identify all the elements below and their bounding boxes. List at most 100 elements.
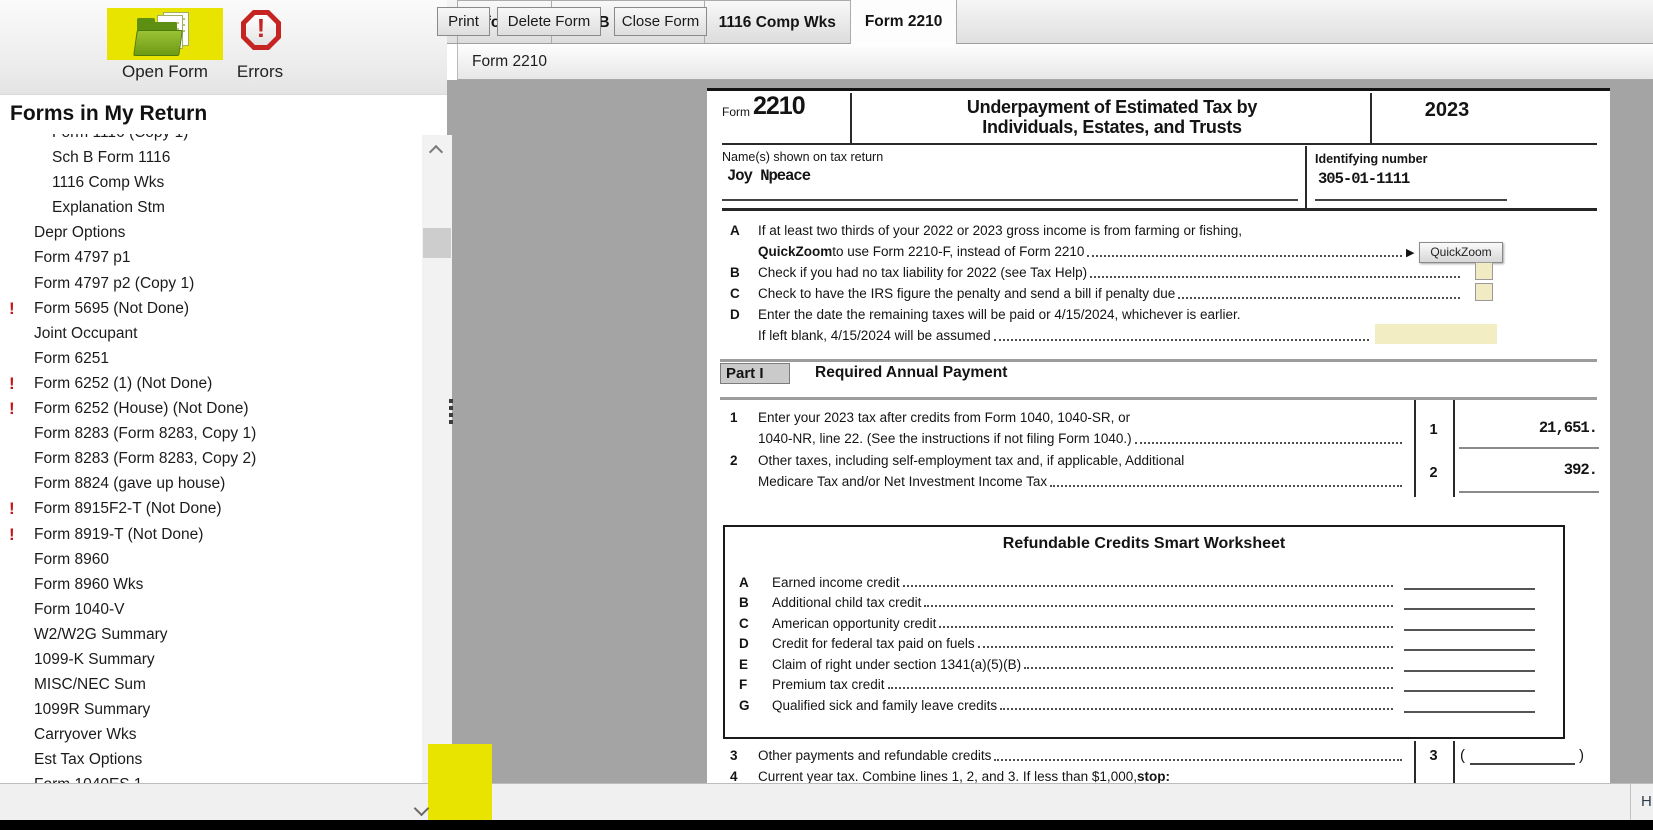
bottom-bar-divider — [1630, 784, 1631, 821]
worksheet-row: E Claim of right under section 1341(a)(5… — [725, 651, 1563, 672]
line-1-amount[interactable]: 21,651. — [1455, 419, 1597, 437]
sidebar-form-item[interactable]: ! Form 8960 Wks — [0, 572, 421, 597]
sidebar-item-label: Form 8960 — [34, 551, 109, 568]
dotted-leader — [888, 679, 1393, 689]
worksheet-row: A Earned income credit — [725, 569, 1563, 590]
delete-form-button[interactable]: Delete Form — [497, 7, 601, 36]
sidebar-form-item[interactable]: ! Form 8919-T (Not Done) — [0, 522, 421, 547]
sidebar-form-item[interactable]: ! Est Tax Options — [0, 747, 421, 772]
worksheet-row: C American opportunity credit — [725, 610, 1563, 631]
line-1-number: 1 — [1414, 422, 1453, 438]
section-rule — [722, 208, 1597, 211]
amount-col-line2b — [1453, 741, 1455, 783]
sidebar-item-label: Form 8960 Wks — [34, 576, 143, 593]
sidebar-form-item[interactable]: ! Explanation Stm — [0, 195, 421, 220]
sidebar-form-item[interactable]: ! Form 4797 p1 — [0, 245, 421, 270]
line-4-row: 4 Current year tax. Combine lines 1, 2, … — [730, 768, 1430, 783]
worksheet-amount-field[interactable] — [1404, 576, 1535, 590]
sidebar-form-item[interactable]: ! W2/W2G Summary — [0, 622, 421, 647]
worksheet-amount-field[interactable] — [1404, 699, 1535, 713]
sidebar-form-item[interactable]: ! Form 8824 (gave up house) — [0, 471, 421, 496]
dotted-leader — [1050, 477, 1402, 487]
sidebar-form-item[interactable]: ! Form 6251 — [0, 346, 421, 371]
sidebar-item-label: Form 6251 — [34, 350, 109, 367]
sidebar-form-item[interactable]: ! Form 8283 (Form 8283, Copy 2) — [0, 446, 421, 471]
worksheet-amount-field[interactable] — [1404, 658, 1535, 672]
part1-rule-top — [720, 359, 1597, 362]
dotted-leader — [994, 331, 1369, 341]
line-3-number: 3 — [1414, 748, 1453, 764]
bottom-bar: H — [0, 783, 1653, 820]
sidebar-form-item[interactable]: ! Form 8915F2-T (Not Done) — [0, 496, 421, 521]
sidebar-form-item[interactable]: ! Form 6252 (House) (Not Done) — [0, 396, 421, 421]
bottom-black-strip — [0, 820, 1653, 830]
worksheet-amount-field[interactable] — [1404, 678, 1535, 692]
sidebar-form-item[interactable]: ! Form 1040-V — [0, 597, 421, 622]
sidebar-form-item[interactable]: ! Form 8960 — [0, 547, 421, 572]
line-2-amount[interactable]: 392. — [1455, 461, 1597, 479]
scrollbar-thumb[interactable] — [423, 228, 451, 258]
worksheet-row-label: Additional child tax credit — [772, 595, 921, 610]
sidebar-form-item[interactable]: ! MISC/NEC Sum — [0, 672, 421, 697]
sidebar-form-item[interactable]: ! Form 6252 (1) (Not Done) — [0, 371, 421, 396]
sidebar-form-item[interactable]: ! Form 8283 (Form 8283, Copy 1) — [0, 421, 421, 446]
form-subheader: Form 2210 — [457, 44, 1653, 80]
id-label: Identifying number — [1315, 152, 1428, 166]
dotted-leader — [994, 751, 1402, 761]
error-exclamation-icon: ! — [9, 296, 15, 321]
error-exclamation-icon: ! — [9, 496, 15, 521]
line-c-checkbox[interactable] — [1475, 283, 1493, 301]
sidebar-item-label: 1099-K Summary — [34, 651, 155, 668]
sidebar-form-item[interactable]: ! Depr Options — [0, 220, 421, 245]
splitter-grip[interactable] — [449, 399, 453, 427]
sidebar-scrollbar[interactable] — [422, 135, 452, 820]
sidebar-form-item[interactable]: ! Carryover Wks — [0, 722, 421, 747]
close-form-button[interactable]: Close Form — [614, 7, 707, 36]
id-value[interactable]: 305-01-1111 — [1318, 170, 1409, 188]
scrollbar-up-icon[interactable] — [429, 145, 443, 159]
form-view-area: Form 2210 Underpayment of Estimated Tax … — [447, 80, 1653, 783]
line-3-underline[interactable] — [1470, 763, 1575, 765]
worksheet-amount-field[interactable] — [1404, 637, 1535, 651]
print-highlight — [428, 744, 492, 829]
refundable-credits-worksheet: Refundable Credits Smart Worksheet A Ear… — [723, 525, 1565, 739]
sidebar-form-item[interactable]: ! Form 5695 (Not Done) — [0, 296, 421, 321]
print-button[interactable]: Print — [437, 7, 490, 36]
sidebar-item-label: Form 4797 p2 (Copy 1) — [34, 275, 194, 292]
sidebar-form-item[interactable]: ! Form 1040ES 1 — [0, 772, 421, 783]
error-exclamation-icon: ! — [9, 396, 15, 421]
id-underline — [1315, 199, 1507, 201]
sidebar-item-label: Form 1040-V — [34, 601, 124, 618]
worksheet-amount-field[interactable] — [1404, 617, 1535, 631]
worksheet-row-label: Premium tax credit — [772, 677, 885, 692]
sidebar-item-label: Form 5695 (Not Done) — [34, 300, 189, 317]
name-label: Name(s) shown on tax return — [722, 150, 883, 164]
line-3-row: 3 Other payments and refundable credits — [730, 747, 1405, 764]
form-tab[interactable]: Form 2210 — [850, 0, 958, 44]
sidebar-form-item[interactable]: ! 1099R Summary — [0, 697, 421, 722]
sidebar-form-item[interactable]: ! Sch B Form 1116 — [0, 145, 421, 170]
sidebar-item-label: MISC/NEC Sum — [34, 676, 146, 693]
sidebar-item-label: Joint Occupant — [34, 325, 137, 342]
line-b-checkbox[interactable] — [1475, 262, 1493, 280]
line-d-date-field[interactable] — [1375, 324, 1497, 344]
line-d-row2: If left blank, 4/15/2024 will be assumed — [758, 327, 1372, 344]
form-tab[interactable]: 1116 Comp Wks — [704, 0, 850, 43]
quickzoom-button[interactable]: QuickZoom — [1419, 242, 1503, 263]
id-divider — [1305, 146, 1307, 208]
dotted-leader — [939, 618, 1393, 628]
worksheet-title: Refundable Credits Smart Worksheet — [725, 535, 1563, 553]
sidebar-form-item[interactable]: ! Joint Occupant — [0, 321, 421, 346]
sidebar-form-item[interactable]: ! Form 4797 p2 (Copy 1) — [0, 271, 421, 296]
header-divider2 — [1370, 93, 1372, 143]
worksheet-amount-field[interactable] — [1404, 596, 1535, 610]
name-value[interactable]: Joy Npeace — [727, 167, 810, 185]
sidebar-item-label: Form 8915F2-T (Not Done) — [34, 500, 222, 517]
dotted-leader — [1087, 247, 1402, 257]
sidebar-form-item[interactable]: ! 1116 Comp Wks — [0, 170, 421, 195]
tax-year: 2023 — [1392, 99, 1502, 122]
help-label[interactable]: H — [1641, 793, 1652, 810]
sidebar-item-label: Sch B Form 1116 — [52, 149, 170, 166]
sidebar-item-label: Form 8283 (Form 8283, Copy 2) — [34, 450, 256, 467]
sidebar-form-item[interactable]: ! 1099-K Summary — [0, 647, 421, 672]
